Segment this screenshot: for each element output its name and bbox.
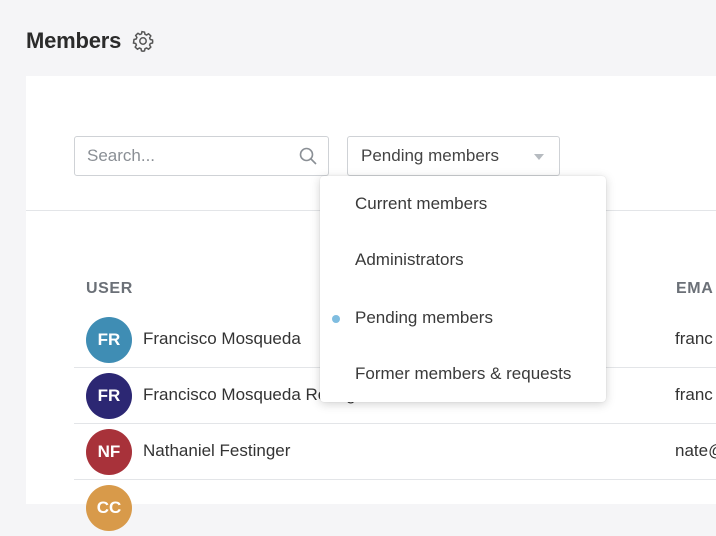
user-email: franc (675, 385, 713, 404)
chevron-down-icon (534, 154, 544, 160)
avatar: FR (86, 317, 132, 363)
column-header-user[interactable]: USER (86, 280, 133, 298)
filter-selected-label: Pending members (361, 146, 499, 165)
user-email: franc (675, 329, 713, 348)
user-email: nate@ (675, 441, 716, 460)
selected-indicator-icon (332, 315, 340, 323)
menu-item-label: Pending members (355, 308, 493, 327)
menu-item-current-members[interactable]: Current members (320, 180, 606, 228)
member-filter-select[interactable]: Pending members (347, 136, 560, 176)
user-name: Francisco Mosqueda (143, 329, 301, 348)
menu-item-former-members[interactable]: Former members & requests (320, 350, 606, 398)
menu-item-label: Former members & requests (355, 364, 572, 383)
avatar: NF (86, 429, 132, 475)
search-box (74, 136, 329, 176)
avatar: FR (86, 373, 132, 419)
page-header: Members (26, 28, 155, 54)
page-title: Members (26, 28, 122, 53)
gear-icon[interactable] (131, 29, 155, 53)
avatar: CC (86, 485, 132, 531)
search-input[interactable] (75, 137, 285, 175)
menu-item-pending-members[interactable]: Pending members (320, 294, 606, 342)
column-header-email[interactable]: EMA (676, 280, 713, 298)
menu-item-label: Current members (355, 194, 488, 213)
search-icon[interactable] (298, 146, 318, 166)
table-row[interactable]: CC (74, 480, 716, 536)
user-name: Nathaniel Festinger (143, 441, 291, 460)
menu-item-administrators[interactable]: Administrators (320, 236, 606, 284)
table-row[interactable]: NF Nathaniel Festinger nate@ (74, 424, 716, 480)
member-filter-dropdown: Current members Administrators Pending m… (320, 176, 606, 402)
menu-item-label: Administrators (355, 250, 464, 269)
